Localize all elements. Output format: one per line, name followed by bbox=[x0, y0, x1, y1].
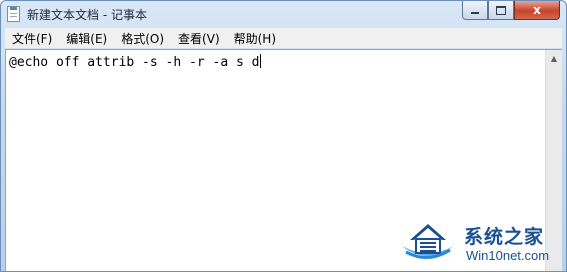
watermark-title: 系统之家 bbox=[464, 226, 545, 248]
menu-edit[interactable]: 编辑(E) bbox=[59, 30, 114, 47]
menu-file[interactable]: 文件(F) bbox=[5, 30, 59, 47]
close-button[interactable]: x bbox=[514, 1, 560, 20]
watermark-logo: 系统之家 Win10net.com bbox=[396, 212, 567, 272]
menu-format[interactable]: 格式(O) bbox=[114, 30, 171, 47]
window-title: 新建文本文档 - 记事本 bbox=[27, 8, 147, 22]
maximize-icon bbox=[496, 5, 506, 15]
text-caret bbox=[260, 54, 262, 68]
menu-help[interactable]: 帮助(H) bbox=[227, 30, 283, 47]
menu-view[interactable]: 查看(V) bbox=[171, 30, 227, 47]
minimize-icon bbox=[471, 12, 479, 14]
editor-text-line[interactable]: @echo off attrib -s -h -r -a s d bbox=[9, 54, 262, 70]
minimize-button[interactable] bbox=[462, 1, 488, 20]
menu-bar: 文件(F) 编辑(E) 格式(O) 查看(V) 帮助(H) bbox=[5, 28, 562, 48]
title-bar[interactable]: 新建文本文档 - 记事本 x bbox=[1, 1, 566, 27]
maximize-button[interactable] bbox=[488, 1, 514, 20]
scroll-up-arrow-icon[interactable]: ▲ bbox=[546, 50, 562, 67]
close-icon: x bbox=[533, 3, 541, 17]
watermark-url: Win10net.com bbox=[466, 248, 550, 263]
notepad-icon[interactable] bbox=[7, 6, 20, 22]
house-logo-icon bbox=[402, 224, 454, 259]
editor-content: @echo off attrib -s -h -r -a s d bbox=[9, 55, 260, 70]
